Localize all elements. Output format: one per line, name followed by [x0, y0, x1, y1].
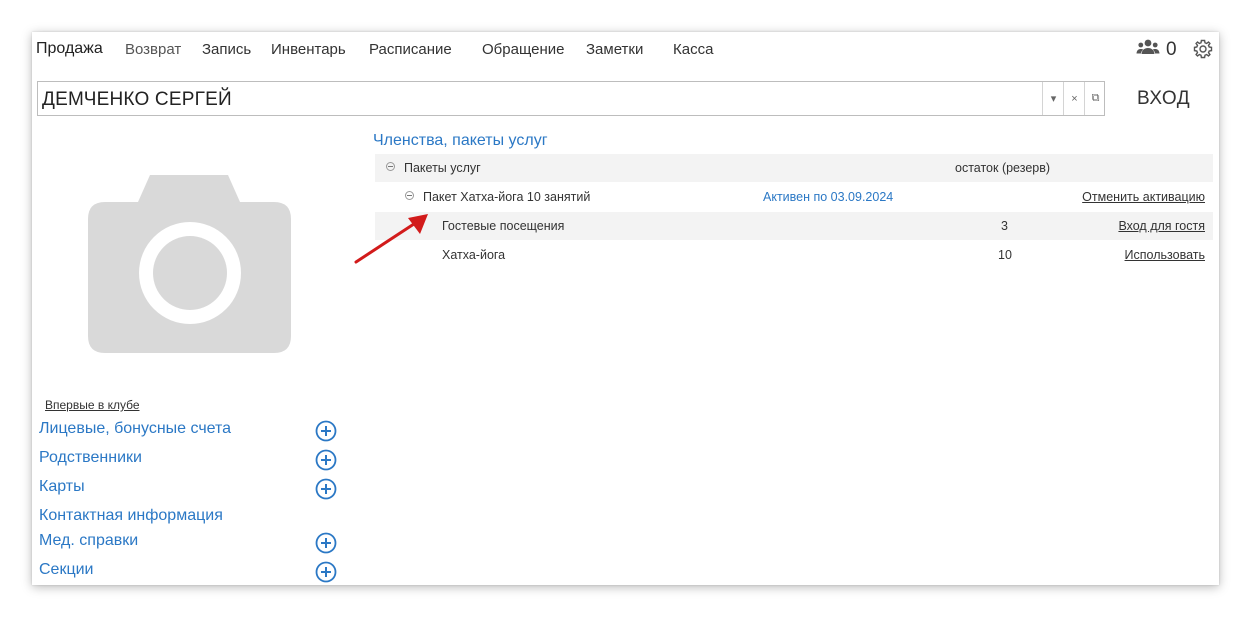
packages-group-row: Пакеты услуг остаток (резерв): [375, 154, 1213, 182]
client-name-value[interactable]: ДЕМЧЕНКО СЕРГЕЙ: [42, 89, 232, 111]
relatives-link[interactable]: Родственники: [39, 449, 142, 467]
settings-gear-icon[interactable]: [1193, 39, 1213, 64]
users-icon: [1136, 38, 1160, 61]
cancel-activation-link[interactable]: Отменить активацию: [1082, 190, 1205, 204]
collapse-packages-icon[interactable]: [386, 162, 395, 171]
clear-icon[interactable]: ×: [1063, 82, 1085, 115]
memberships-title[interactable]: Членства, пакеты услуг: [373, 132, 548, 150]
add-medical-certificate-plus-icon[interactable]: [315, 532, 337, 559]
enter-button[interactable]: ВХОД: [1137, 88, 1190, 110]
service-remaining: 10: [998, 248, 1012, 262]
medical-certificates-link[interactable]: Мед. справки: [39, 532, 138, 550]
add-relative-plus-icon[interactable]: [315, 449, 337, 476]
nav-inventory[interactable]: Инвентарь: [271, 41, 346, 58]
nav-booking[interactable]: Запись: [202, 41, 251, 58]
red-annotation-arrow: [354, 214, 428, 264]
sections-link[interactable]: Секции: [39, 561, 94, 579]
service-remaining: 3: [1001, 219, 1008, 233]
remaining-column-header: остаток (резерв): [955, 161, 1051, 175]
service-row: Гостевые посещения 3 Вход для гостя: [375, 212, 1213, 240]
service-row: Хатха-йога 10 Использовать: [375, 241, 1213, 269]
collapse-package-icon[interactable]: [405, 191, 414, 200]
top-nav: Продажа Возврат Запись Инвентарь Расписа…: [32, 32, 1219, 68]
service-name: Хатха-йога: [442, 248, 506, 262]
add-card-plus-icon[interactable]: [315, 478, 337, 505]
client-photo-placeholder[interactable]: [88, 175, 291, 358]
nav-notes[interactable]: Заметки: [586, 41, 643, 58]
package-status: Активен по 03.09.2024: [763, 190, 894, 204]
client-select-field[interactable]: ДЕМЧЕНКО СЕРГЕЙ ▾ × ⧉: [37, 81, 1105, 116]
users-count: 0: [1166, 38, 1177, 60]
nav-schedule[interactable]: Расписание: [369, 41, 452, 58]
app-window: Продажа Возврат Запись Инвентарь Расписа…: [32, 32, 1219, 585]
camera-icon: [88, 175, 291, 353]
contact-info-link[interactable]: Контактная информация: [39, 507, 223, 525]
package-name: Пакет Хатха-йога 10 занятий: [423, 190, 591, 204]
package-row: Пакет Хатха-йога 10 занятий Активен по 0…: [375, 183, 1213, 211]
use-service-link[interactable]: Использовать: [1125, 248, 1205, 262]
guest-entry-link[interactable]: Вход для гостя: [1118, 219, 1205, 233]
packages-group-label: Пакеты услуг: [404, 161, 481, 175]
add-section-plus-icon[interactable]: [315, 561, 337, 585]
accounts-link[interactable]: Лицевые, бонусные счета: [39, 420, 231, 438]
nav-cashdesk[interactable]: Касса: [673, 41, 713, 58]
service-name: Гостевые посещения: [442, 219, 565, 233]
cards-link[interactable]: Карты: [39, 478, 85, 496]
dropdown-arrow-icon[interactable]: ▾: [1042, 82, 1064, 115]
nav-requests[interactable]: Обращение: [482, 41, 564, 58]
nav-return[interactable]: Возврат: [125, 41, 181, 58]
first-time-in-club-link[interactable]: Впервые в клубе: [45, 398, 140, 412]
add-account-plus-icon[interactable]: [315, 420, 337, 447]
nav-sale[interactable]: Продажа: [36, 40, 103, 58]
open-form-icon[interactable]: ⧉: [1084, 82, 1106, 115]
users-indicator[interactable]: 0: [1136, 38, 1177, 61]
